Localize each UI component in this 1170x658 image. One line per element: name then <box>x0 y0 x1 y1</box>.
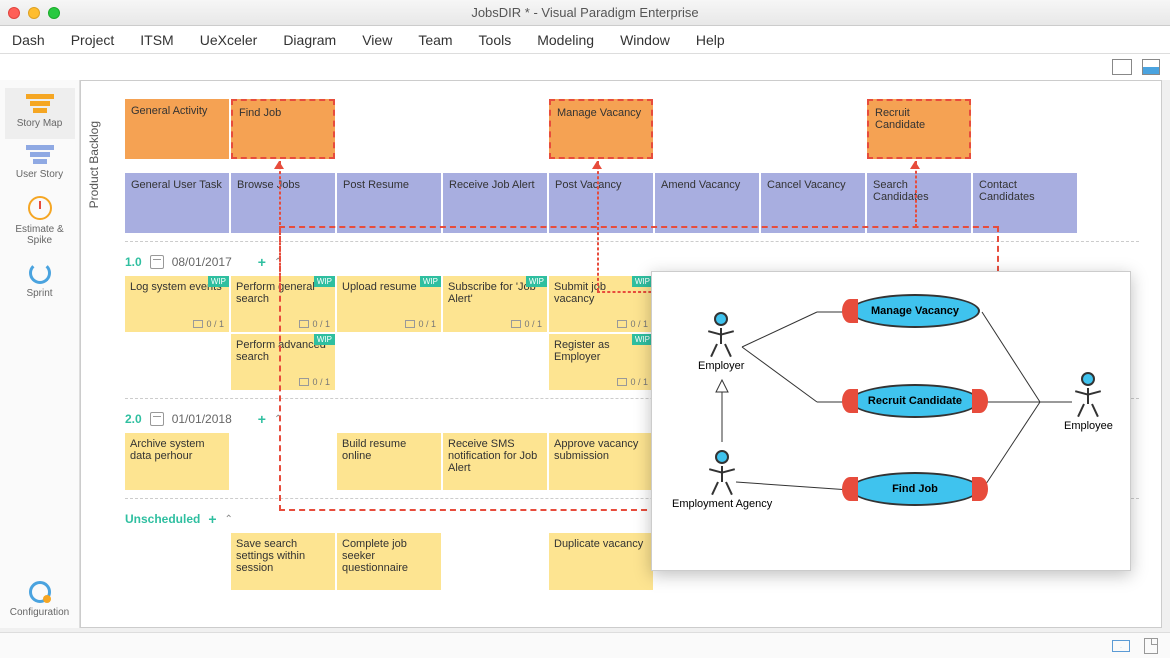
activity-general[interactable]: General Activity <box>125 99 229 159</box>
tasks-row: General User Task Browse Jobs Post Resum… <box>125 173 1139 233</box>
actor-employer[interactable]: Employer <box>698 312 744 372</box>
section-version: 2.0 <box>125 412 142 426</box>
userstory-icon <box>24 145 56 165</box>
sidebar: Story Map User Story Estimate & Spike Sp… <box>0 80 80 628</box>
usecase-recruit-candidate[interactable]: Recruit Candidate <box>850 384 980 418</box>
activity-recruit-candidate[interactable]: Recruit Candidate <box>867 99 971 159</box>
menu-window[interactable]: Window <box>620 32 670 48</box>
story-card[interactable]: Upload resumeWIP0 / 1 <box>337 276 441 332</box>
wip-badge: WIP <box>314 334 335 345</box>
layout-icon[interactable] <box>1112 59 1132 75</box>
menu-bar: Dash Project ITSM UeXceler Diagram View … <box>0 26 1170 54</box>
section-date: 01/01/2018 <box>172 412 232 426</box>
activity-manage-vacancy[interactable]: Manage Vacancy <box>549 99 653 159</box>
menu-itsm[interactable]: ITSM <box>140 32 173 48</box>
sprint-icon <box>29 262 51 284</box>
task-browse-jobs[interactable]: Browse Jobs <box>231 173 335 233</box>
sidebar-label: Story Map <box>17 118 63 129</box>
gear-icon <box>29 581 51 603</box>
story-card[interactable]: Archive system data perhour <box>125 433 229 490</box>
menu-uexceler[interactable]: UeXceler <box>200 32 258 48</box>
sidebar-label: Estimate & Spike <box>15 224 63 246</box>
collapse-button[interactable]: ⌃ <box>225 514 233 525</box>
wip-badge: WIP <box>632 334 653 345</box>
task-post-resume[interactable]: Post Resume <box>337 173 441 233</box>
story-card[interactable]: Approve vacancy submission <box>549 433 653 490</box>
story-card[interactable]: Submit job vacancyWIP0 / 1 <box>549 276 653 332</box>
window-title: JobsDIR * - Visual Paradigm Enterprise <box>0 5 1170 20</box>
storymap-icon <box>24 94 56 114</box>
wip-badge: WIP <box>208 276 229 287</box>
section-version: Unscheduled <box>125 512 200 526</box>
menu-tools[interactable]: Tools <box>479 32 512 48</box>
sidebar-label: Configuration <box>10 607 69 618</box>
wip-badge: WIP <box>314 276 335 287</box>
story-card[interactable]: Register as EmployerWIP0 / 1 <box>549 334 653 390</box>
story-card[interactable]: Receive SMS notification for Job Alert <box>443 433 547 490</box>
menu-project[interactable]: Project <box>71 32 115 48</box>
menu-team[interactable]: Team <box>418 32 452 48</box>
document-icon[interactable] <box>1144 638 1158 654</box>
task-general-user[interactable]: General User Task <box>125 173 229 233</box>
toolbar <box>0 54 1170 80</box>
section-version: 1.0 <box>125 255 142 269</box>
menu-modeling[interactable]: Modeling <box>537 32 594 48</box>
story-card[interactable]: Duplicate vacancy <box>549 533 653 590</box>
calendar-icon <box>150 255 164 269</box>
storymap-canvas[interactable]: Product Backlog General Activity Find Jo… <box>80 80 1162 628</box>
product-backlog-label: Product Backlog <box>87 121 101 208</box>
actor-agency[interactable]: Employment Agency <box>672 450 772 510</box>
sidebar-label: Sprint <box>26 288 52 299</box>
task-post-vacancy[interactable]: Post Vacancy <box>549 173 653 233</box>
wip-badge: WIP <box>526 276 547 287</box>
sidebar-item-estimate[interactable]: Estimate & Spike <box>5 190 75 256</box>
activity-find-job[interactable]: Find Job <box>231 99 335 159</box>
status-bar <box>0 632 1170 658</box>
panel-toggle-icon[interactable] <box>1142 59 1160 75</box>
add-button[interactable]: + <box>208 511 216 527</box>
usecase-manage-vacancy[interactable]: Manage Vacancy <box>850 294 980 328</box>
task-search-candidates[interactable]: Search Candidates <box>867 173 971 233</box>
task-amend-vacancy[interactable]: Amend Vacancy <box>655 173 759 233</box>
add-button[interactable]: + <box>258 254 266 270</box>
sidebar-item-storymap[interactable]: Story Map <box>5 88 75 139</box>
story-card[interactable]: Log system eventsWIP0 / 1 <box>125 276 229 332</box>
sidebar-item-userstory[interactable]: User Story <box>5 139 75 190</box>
mail-icon[interactable] <box>1112 640 1130 652</box>
task-receive-alert[interactable]: Receive Job Alert <box>443 173 547 233</box>
collapse-button[interactable]: ⌃ <box>274 414 282 425</box>
story-card[interactable]: Subscribe for 'Job Alert'WIP0 / 1 <box>443 276 547 332</box>
collapse-button[interactable]: ⌃ <box>274 257 282 268</box>
story-card[interactable]: Perform general searchWIP0 / 1 <box>231 276 335 332</box>
titlebar: JobsDIR * - Visual Paradigm Enterprise <box>0 0 1170 26</box>
story-card[interactable]: Save search settings within session <box>231 533 335 590</box>
actor-employee[interactable]: Employee <box>1064 372 1113 432</box>
menu-help[interactable]: Help <box>696 32 725 48</box>
add-button[interactable]: + <box>258 411 266 427</box>
section-date: 08/01/2017 <box>172 255 232 269</box>
wip-badge: WIP <box>632 276 653 287</box>
usecase-overlay[interactable]: Employer Employment Agency Employee Mana… <box>651 271 1131 571</box>
story-card[interactable]: Perform advanced searchWIP0 / 1 <box>231 334 335 390</box>
sidebar-item-configuration[interactable]: Configuration <box>5 575 75 628</box>
task-contact-candidates[interactable]: Contact Candidates <box>973 173 1077 233</box>
story-card[interactable]: Complete job seeker questionnaire <box>337 533 441 590</box>
menu-dash[interactable]: Dash <box>12 32 45 48</box>
sidebar-item-sprint[interactable]: Sprint <box>5 256 75 309</box>
story-card[interactable]: Build resume online <box>337 433 441 490</box>
sidebar-label: User Story <box>16 169 63 180</box>
activities-row: General Activity Find Job Manage Vacancy… <box>125 99 1139 159</box>
task-cancel-vacancy[interactable]: Cancel Vacancy <box>761 173 865 233</box>
calendar-icon <box>150 412 164 426</box>
usecase-find-job[interactable]: Find Job <box>850 472 980 506</box>
menu-view[interactable]: View <box>362 32 392 48</box>
menu-diagram[interactable]: Diagram <box>283 32 336 48</box>
clock-icon <box>28 196 52 220</box>
wip-badge: WIP <box>420 276 441 287</box>
